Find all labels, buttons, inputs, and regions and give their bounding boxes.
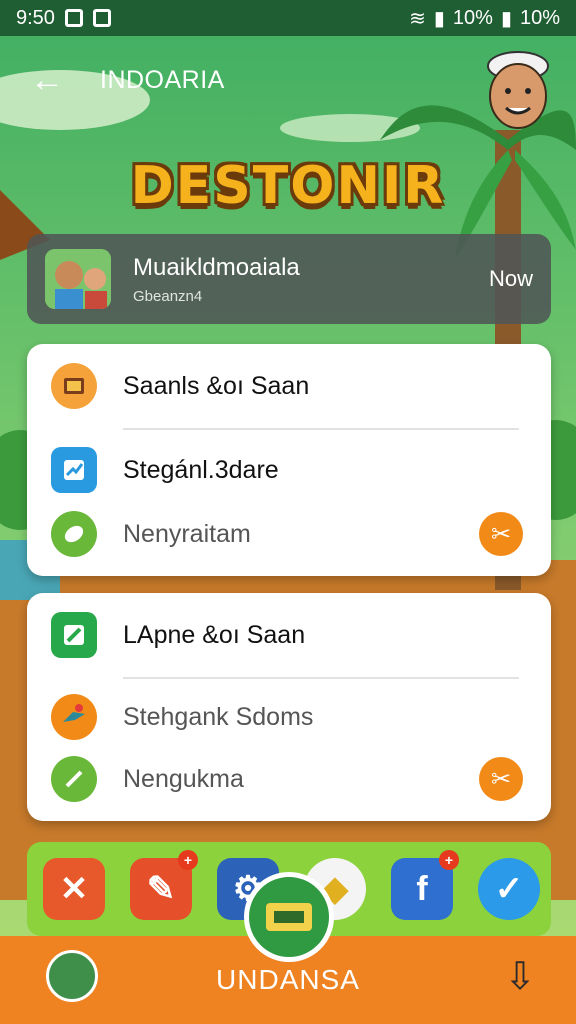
leaf-icon	[51, 511, 97, 557]
bird-icon	[51, 694, 97, 740]
center-action-button[interactable]	[244, 872, 334, 962]
menu-item-6[interactable]: Nengukma ✂	[27, 749, 551, 809]
feather-app-icon[interactable]: ✎ +	[130, 850, 198, 920]
divider	[123, 428, 519, 430]
avatar[interactable]	[484, 46, 552, 132]
menu-item-4[interactable]: LApne &oı Saan	[27, 605, 551, 665]
menu-item-label: Stegánl.3dare	[123, 455, 279, 484]
profile-card[interactable]: Muaikldmoaiala Gbeanzn4 Now	[27, 234, 551, 324]
menu-item-3[interactable]: Nenyraitam ✂	[27, 504, 551, 564]
facebook-icon[interactable]: f +	[391, 850, 459, 920]
headline: DESTONIR	[130, 156, 446, 216]
notification-badge: +	[178, 850, 198, 870]
wifi-icon: ≋	[409, 7, 426, 30]
film-icon	[266, 903, 312, 931]
edit-icon	[51, 612, 97, 658]
menu-item-label: Nengukma	[123, 764, 244, 793]
back-arrow-icon[interactable]: ←	[30, 61, 70, 100]
battery-icon: ▮	[500, 7, 512, 30]
edit-chart-icon	[51, 447, 97, 493]
status-time: 9:50	[16, 6, 55, 29]
scissors-app-icon[interactable]: ✕	[43, 858, 105, 920]
menu-card-1: Saanls &oı Saan Stegánl.3dare Nenyraitam…	[27, 344, 551, 576]
image-notification-icon	[92, 9, 111, 27]
check-icon[interactable]: ✓	[478, 858, 540, 920]
menu-card-2: LApne &oı Saan Stehgank Sdoms Nengukma ✂	[27, 593, 551, 821]
profile-thumbnail	[45, 249, 111, 309]
profile-name: Muaikldmoaiala	[133, 253, 300, 281]
scissors-icon[interactable]: ✂	[479, 512, 523, 556]
bottom-bar-label[interactable]: UNDANSA	[0, 964, 576, 996]
notification-badge: +	[439, 850, 459, 870]
network-text: 10%	[452, 6, 493, 29]
profile-subtitle: Gbeanzn4	[133, 287, 203, 305]
battery-text: 10%	[519, 6, 560, 29]
divider	[123, 677, 519, 679]
tv-icon	[51, 363, 97, 409]
pen-leaf-icon	[51, 756, 97, 802]
app-title: INDOARIA	[100, 65, 225, 94]
signal-icon: ▮	[433, 7, 445, 30]
menu-item-1[interactable]: Saanls &oı Saan	[27, 356, 551, 416]
menu-item-5[interactable]: Stehgank Sdoms	[27, 687, 551, 747]
download-icon[interactable]: ⇩	[504, 954, 536, 999]
menu-item-2[interactable]: Stegánl.3dare	[27, 440, 551, 500]
notification-icon	[64, 9, 83, 27]
profile-status: Now	[488, 266, 533, 291]
menu-item-label: Nenyraitam	[123, 519, 251, 548]
status-bar: 9:50 ≋ ▮ 10% ▮ 10%	[0, 0, 576, 36]
menu-item-label: Saanls &oı Saan	[123, 371, 310, 400]
menu-item-label: LApne &oı Saan	[123, 620, 306, 649]
scissors-icon[interactable]: ✂	[479, 757, 523, 801]
menu-item-label: Stehgank Sdoms	[123, 702, 314, 731]
